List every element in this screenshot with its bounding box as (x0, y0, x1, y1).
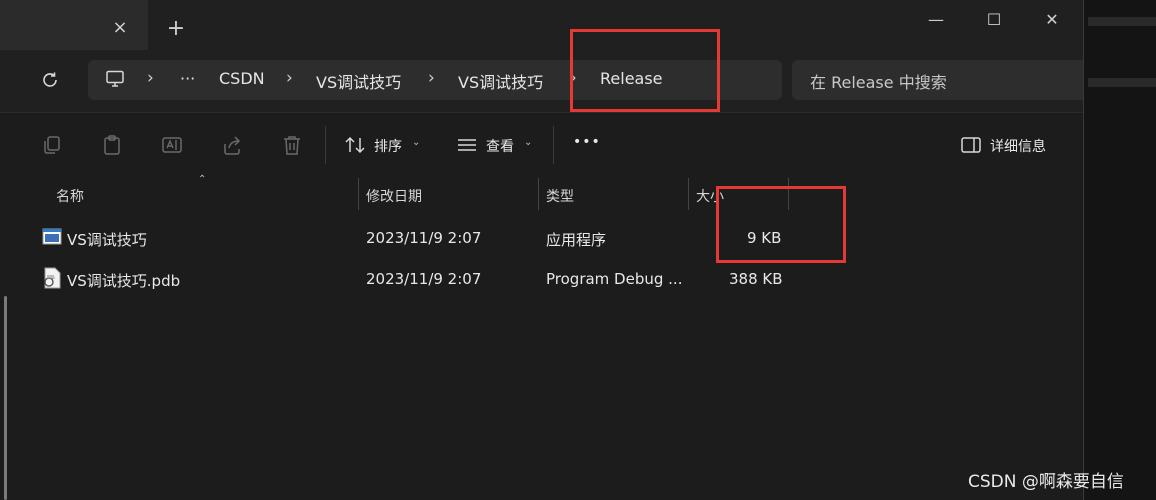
watermark: CSDN @啊森要自信 (968, 472, 1124, 492)
breadcrumb-separator: › (286, 68, 293, 88)
more-options-button[interactable]: ••• (573, 134, 601, 150)
details-button[interactable]: 详细信息 (990, 136, 1046, 156)
view-icon[interactable] (456, 134, 478, 156)
file-size: 388 KB (729, 270, 783, 288)
chevron-down-icon: ⌄ (524, 137, 533, 148)
column-header-name[interactable]: 名称 (56, 186, 84, 206)
pdb-file-icon (44, 267, 61, 289)
view-button[interactable]: 查看 (486, 136, 514, 156)
tab-close-icon[interactable]: × (110, 18, 130, 38)
highlight-box-size (716, 186, 846, 263)
details-pane-icon[interactable] (960, 134, 982, 156)
background-window (1083, 0, 1156, 500)
paste-icon[interactable] (101, 134, 123, 156)
share-icon[interactable] (221, 134, 243, 156)
sort-up-icon: ⌃ (198, 174, 207, 185)
background-window-bar (1088, 17, 1156, 26)
copy-icon[interactable] (41, 134, 63, 156)
minimize-icon[interactable]: — (918, 8, 954, 32)
column-header-type[interactable]: 类型 (546, 186, 574, 206)
delete-icon[interactable] (281, 134, 303, 156)
file-name[interactable]: VS调试技巧.pdb (67, 270, 180, 291)
maximize-icon[interactable]: ☐ (976, 8, 1012, 32)
file-name[interactable]: VS调试技巧 (67, 229, 147, 250)
file-type: Program Debug ... (546, 270, 683, 288)
nav-pane-scrollbar[interactable] (4, 296, 7, 500)
refresh-icon[interactable] (40, 70, 60, 90)
this-pc-icon[interactable] (105, 70, 125, 88)
file-type: 应用程序 (546, 231, 607, 249)
sort-icon[interactable] (344, 134, 366, 156)
sort-button[interactable]: 排序 (374, 136, 402, 156)
file-modified: 2023/11/9 2:07 (366, 270, 482, 288)
column-divider[interactable] (358, 178, 359, 210)
chevron-down-icon: ⌄ (412, 137, 421, 148)
file-list-pane (0, 179, 1083, 500)
column-divider[interactable] (688, 178, 689, 210)
search-input[interactable]: 在 Release 中搜索 (810, 69, 947, 93)
new-tab-icon[interactable]: + (165, 18, 187, 40)
application-icon (42, 228, 62, 245)
close-window-icon[interactable]: ✕ (1034, 8, 1070, 32)
file-modified: 2023/11/9 2:07 (366, 229, 482, 247)
breadcrumb-vs-debug-2[interactable]: VS调试技巧 (458, 69, 543, 93)
breadcrumb-csdn[interactable]: CSDN (219, 69, 265, 88)
breadcrumb-more-button[interactable]: ··· (180, 69, 195, 88)
column-divider[interactable] (538, 178, 539, 210)
highlight-box-release (570, 29, 720, 112)
breadcrumb-vs-debug-1[interactable]: VS调试技巧 (316, 69, 401, 93)
rename-icon[interactable] (161, 134, 183, 156)
toolbar-divider (553, 126, 554, 164)
column-header-modified[interactable]: 修改日期 (366, 186, 422, 206)
breadcrumb-separator: › (147, 68, 154, 88)
background-window-bar (1088, 78, 1156, 87)
breadcrumb-separator: › (428, 68, 435, 88)
toolbar-divider (325, 126, 326, 164)
